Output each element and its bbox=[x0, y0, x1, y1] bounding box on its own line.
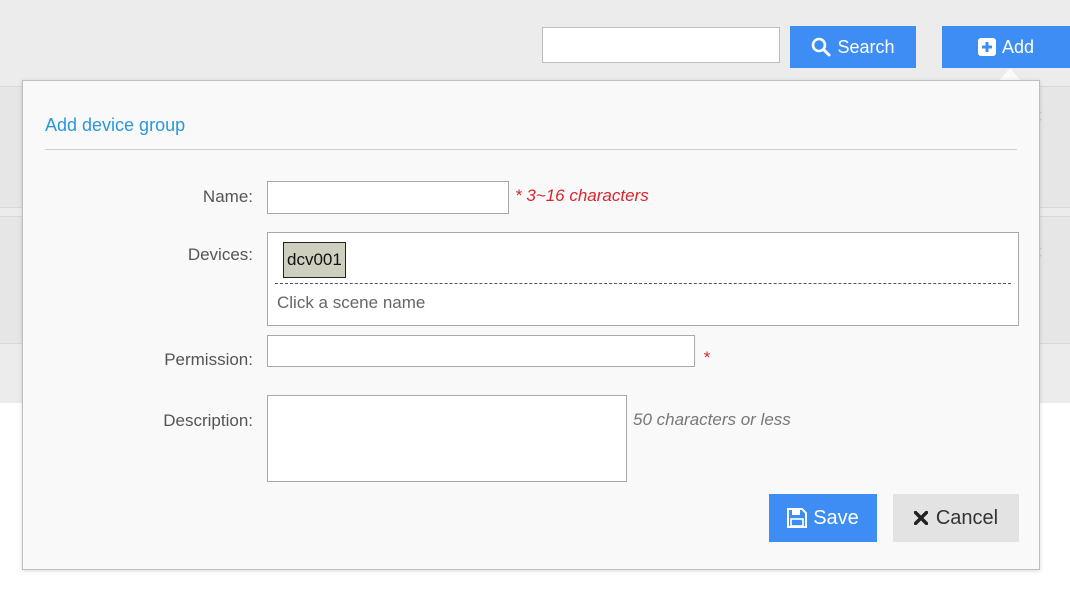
description-textarea[interactable] bbox=[267, 395, 627, 482]
add-device-group-dialog: Add device group Name: * 3~16 characters… bbox=[22, 80, 1040, 570]
devices-selector[interactable]: dcv001 Click a scene name bbox=[267, 232, 1019, 326]
permission-input[interactable] bbox=[267, 335, 695, 367]
search-button[interactable]: Search bbox=[790, 26, 916, 68]
plus-square-icon bbox=[977, 38, 996, 56]
add-button[interactable]: Add bbox=[942, 26, 1070, 82]
dialog-title: Add device group bbox=[45, 115, 186, 135]
description-hint: 50 characters or less bbox=[633, 410, 791, 429]
close-icon bbox=[913, 511, 928, 525]
permission-required-mark: * bbox=[703, 348, 710, 367]
permission-label: Permission: bbox=[164, 350, 253, 369]
divider bbox=[45, 149, 1017, 150]
cancel-button-label: Cancel bbox=[935, 506, 999, 529]
search-input[interactable] bbox=[542, 27, 780, 63]
add-button-label: Add bbox=[1001, 36, 1035, 57]
description-label: Description: bbox=[163, 411, 253, 430]
cancel-button[interactable]: Cancel bbox=[893, 494, 1019, 542]
name-label: Name: bbox=[202, 187, 253, 206]
device-tag[interactable]: dcv001 bbox=[283, 242, 346, 278]
name-input[interactable] bbox=[267, 181, 509, 214]
save-button[interactable]: Save bbox=[769, 494, 877, 542]
devices-label: Devices: bbox=[187, 245, 253, 264]
divider bbox=[275, 283, 1011, 284]
scene-hint: Click a scene name bbox=[277, 293, 426, 312]
search-button-label: Search bbox=[837, 36, 895, 57]
save-button-label: Save bbox=[813, 506, 859, 529]
name-hint: * 3~16 characters bbox=[515, 186, 649, 205]
search-icon bbox=[812, 37, 831, 57]
floppy-disk-icon bbox=[787, 508, 808, 528]
